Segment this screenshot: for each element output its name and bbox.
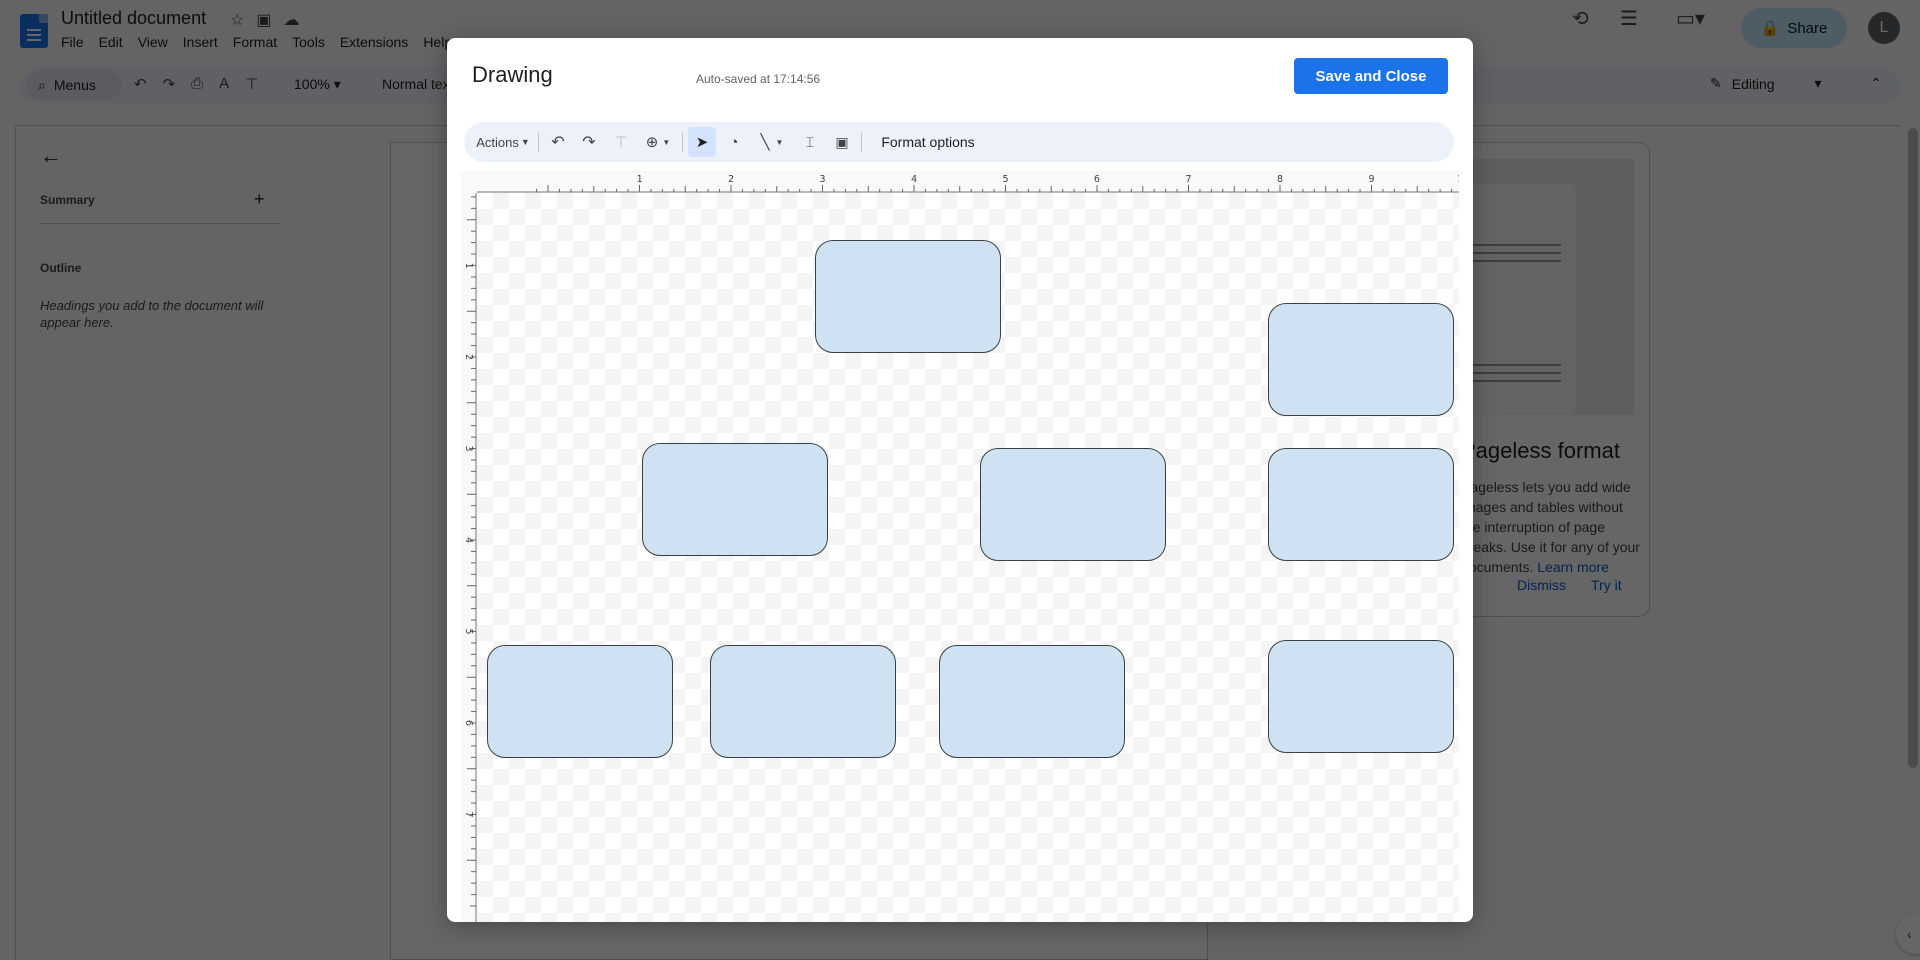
drawing-area: 1 2 3 4 5 6 7 8 9 10 1 2 3 4 5 6 7 [461,171,1459,922]
rounded-rectangle-shape[interactable] [642,443,828,556]
rounded-rectangle-shape[interactable] [710,645,896,758]
actions-label: Actions [476,134,519,150]
ruler-label: 8 [1277,174,1283,185]
text-box-icon: ⌶ [805,133,815,150]
ruler-label: 3 [819,174,825,185]
line-tool[interactable]: ╲ ▼ [752,122,792,162]
chevron-down-icon: ▼ [662,137,671,147]
ruler-label: 5 [463,628,474,634]
horizontal-ruler[interactable]: 1 2 3 4 5 6 7 8 9 10 [477,171,1459,193]
toolbar-divider [538,132,539,152]
rounded-rectangle-shape[interactable] [980,448,1166,561]
redo-icon[interactable]: ↷ [575,122,603,162]
dialog-title: Drawing [472,62,553,87]
actions-menu[interactable]: Actions ▼ [474,122,532,162]
ruler-label: 9 [1368,174,1374,185]
drawing-toolbar: Actions ▼ ↶ ↷ ⊤ ⊕ ▼ ➤ ◔ ╲ ▼ ⌶ ▣ Format opt… [464,122,1454,162]
cursor-arrow-icon: ➤ [695,134,709,151]
vertical-ruler[interactable]: 1 2 3 4 5 6 7 [461,193,477,922]
ruler-label: 4 [911,174,917,185]
toolbar-divider [682,132,683,152]
ruler-label: 1 [463,262,474,268]
drawing-dialog: Drawing Auto-saved at 17:14:56 Save and … [447,38,1473,922]
rounded-rectangle-shape[interactable] [815,240,1001,353]
zoom-in-icon: ⊕ [645,134,659,151]
autosave-status: Auto-saved at 17:14:56 [696,72,821,86]
drawing-canvas[interactable] [477,193,1459,922]
ruler-label: 1 [636,174,642,185]
ruler-label: 7 [463,811,474,817]
ruler-label: 5 [1002,174,1008,185]
rounded-rectangle-shape[interactable] [487,645,673,758]
shape-tool[interactable]: ◔ [720,122,748,162]
zoom-menu[interactable]: ⊕ ▼ [640,122,676,162]
rounded-rectangle-shape[interactable] [1268,640,1454,753]
rounded-rectangle-shape[interactable] [1268,303,1454,416]
paint-format-icon[interactable]: ⊤ [607,122,635,162]
rounded-rectangle-shape[interactable] [939,645,1125,758]
undo-icon[interactable]: ↶ [544,122,572,162]
chevron-down-icon: ▼ [520,137,530,147]
ruler-label: 10 [1457,174,1459,185]
shape-icon: ◔ [729,133,739,151]
ruler-label: 2 [463,354,474,360]
ruler-label: 6 [463,720,474,726]
ruler-label: 6 [1094,174,1100,185]
toolbar-divider [861,132,862,152]
line-icon: ╲ [760,134,770,151]
rounded-rectangle-shape[interactable] [1268,448,1454,561]
ruler-label: 4 [463,537,474,543]
image-tool[interactable]: ▣ [828,122,856,162]
ruler-label: 7 [1185,174,1191,185]
save-and-close-button[interactable]: Save and Close [1294,58,1448,94]
image-icon: ▣ [835,133,849,150]
ruler-label: 3 [463,445,474,451]
select-tool[interactable]: ➤ [688,127,716,157]
text-box-tool[interactable]: ⌶ [796,122,824,162]
ruler-label: 2 [728,174,734,185]
format-options-button[interactable]: Format options [873,122,983,162]
chevron-down-icon: ▼ [775,137,784,147]
